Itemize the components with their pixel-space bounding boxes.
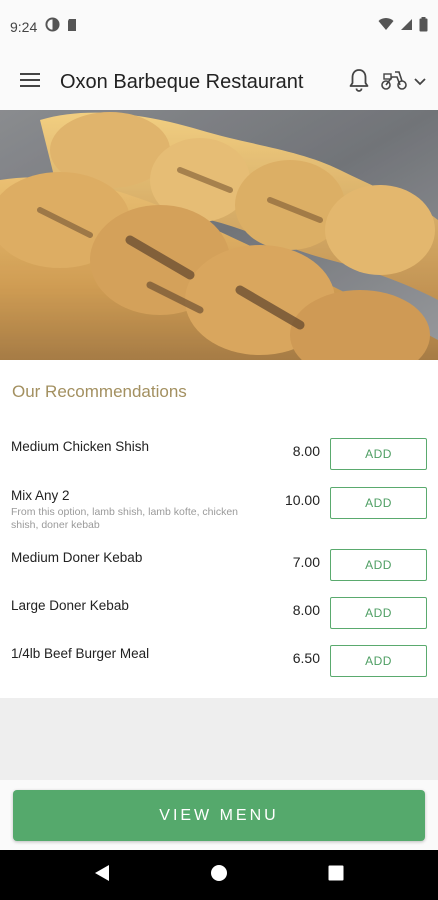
add-button[interactable]: ADD — [330, 438, 427, 470]
cellular-signal-icon — [400, 18, 413, 36]
item-name: Medium Chicken Shish — [11, 439, 150, 454]
back-button[interactable] — [94, 864, 110, 887]
item-price: 8.00 — [292, 443, 320, 459]
status-bar: 9:24 — [0, 0, 438, 54]
home-button[interactable] — [210, 864, 228, 887]
home-circle-icon — [210, 864, 228, 887]
delivery-mode-selector[interactable] — [380, 69, 426, 96]
view-menu-button[interactable]: VIEW MENU — [13, 790, 425, 841]
item-price: 7.00 — [292, 554, 320, 570]
item-price: 8.00 — [292, 602, 320, 618]
section-heading: Our Recommendations — [12, 382, 187, 401]
item-name: Medium Doner Kebab — [11, 550, 143, 565]
add-button[interactable]: ADD — [330, 597, 427, 629]
sim-card-icon — [66, 18, 78, 37]
empty-content-area — [0, 698, 438, 780]
data-saver-icon — [45, 17, 60, 37]
bottom-action-area: VIEW MENU — [0, 780, 438, 850]
item-name: 1/4lb Beef Burger Meal — [11, 646, 150, 661]
battery-icon — [419, 17, 428, 37]
item-price: 6.50 — [292, 650, 320, 666]
hamburger-icon — [20, 72, 40, 93]
app-bar: Oxon Barbeque Restaurant — [0, 54, 438, 110]
item-name: Mix Any 2 — [11, 488, 70, 503]
recents-button[interactable] — [328, 865, 344, 886]
notifications-button[interactable] — [348, 68, 370, 97]
item-name: Large Doner Kebab — [11, 598, 129, 613]
scooter-icon — [380, 69, 408, 96]
hero-image — [0, 110, 438, 360]
menu-button[interactable] — [18, 70, 42, 94]
page-title: Oxon Barbeque Restaurant — [60, 70, 304, 93]
wifi-icon — [378, 18, 394, 36]
bell-icon — [348, 68, 370, 97]
status-time: 9:24 — [10, 19, 38, 35]
add-button[interactable]: ADD — [330, 487, 427, 519]
chevron-down-icon — [414, 73, 426, 91]
system-navigation-bar — [0, 850, 438, 900]
recommendations-section: Our Recommendations Medium Chicken Shish… — [0, 360, 438, 698]
recents-square-icon — [328, 865, 344, 886]
add-button[interactable]: ADD — [330, 549, 427, 581]
item-price: 10.00 — [284, 492, 320, 508]
add-button[interactable]: ADD — [330, 645, 427, 677]
item-description: From this option, lamb shish, lamb kofte… — [11, 506, 239, 531]
back-triangle-icon — [94, 864, 110, 887]
